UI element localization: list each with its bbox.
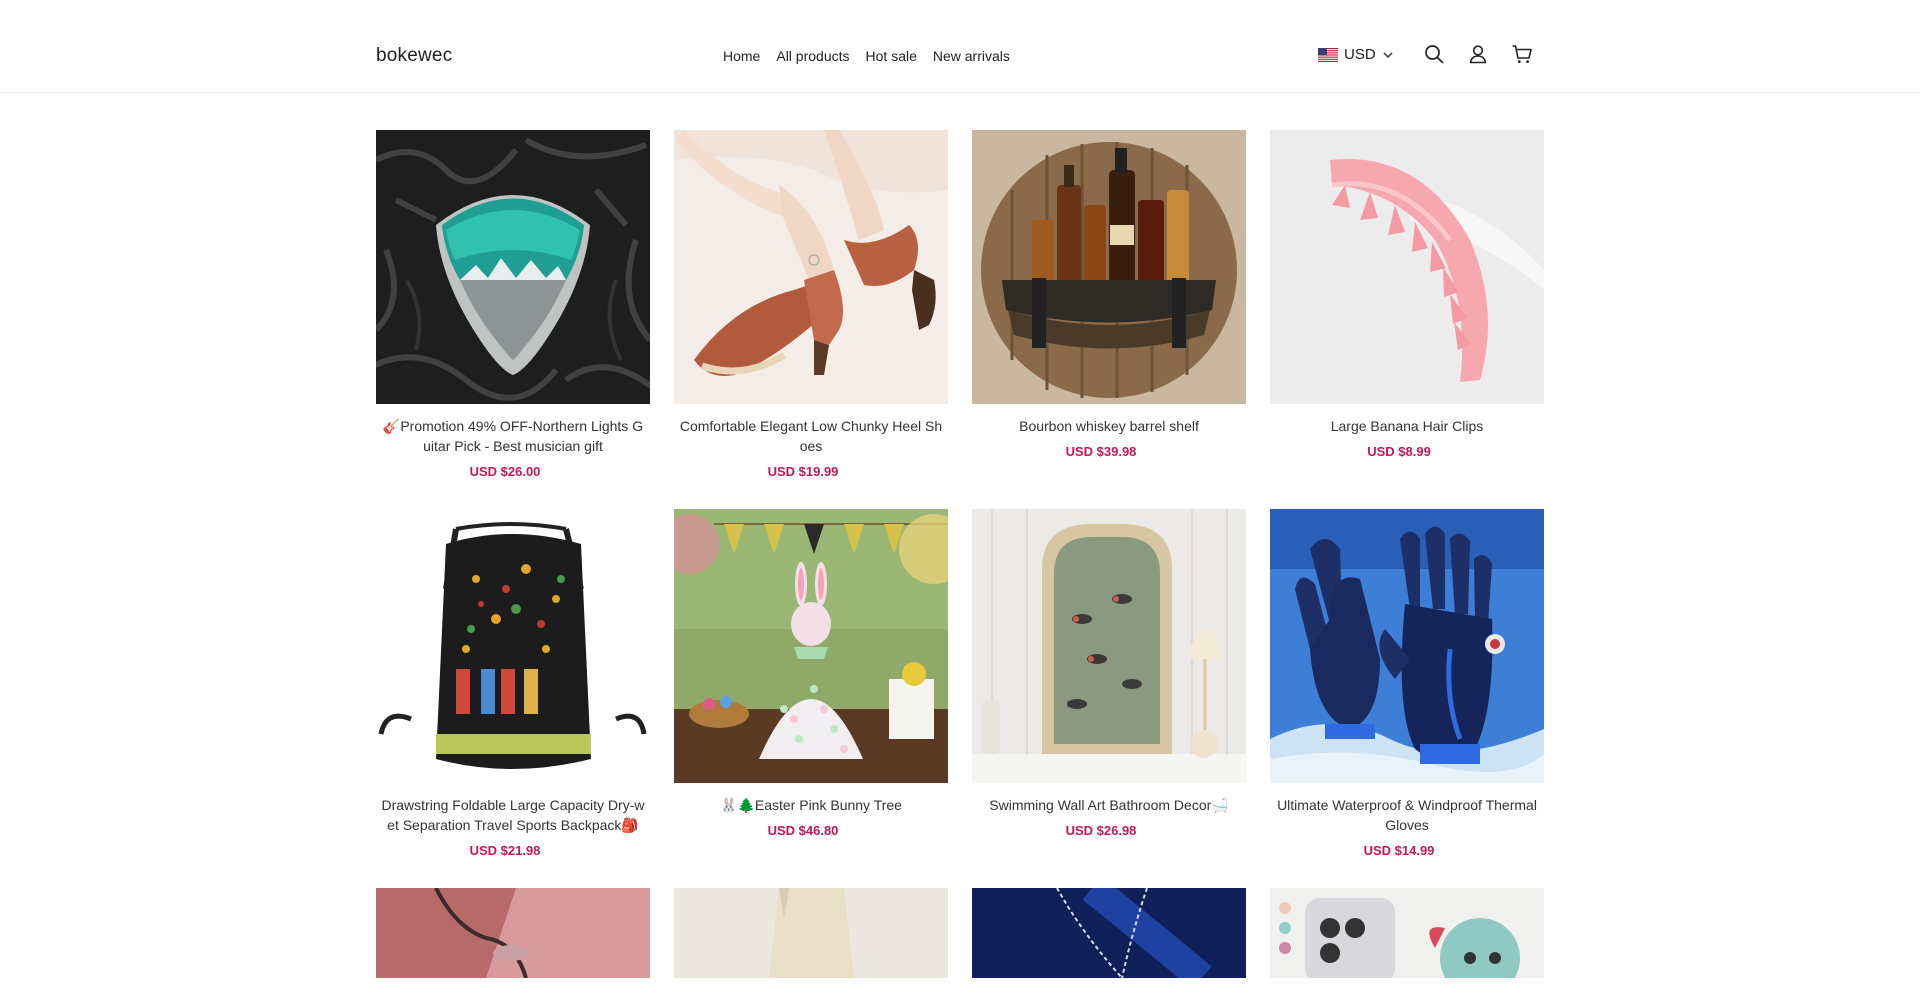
chevron-down-icon [1383,52,1393,59]
product-card[interactable]: Drawstring Foldable Large Capacity Dry-w… [376,509,650,860]
product-name[interactable]: Comfortable Elegant Low Chunky Heel Shoe… [674,416,948,456]
product-price: USD $21.98 [469,843,541,858]
product-price: USD $39.98 [1065,444,1137,459]
product-image[interactable] [972,509,1246,783]
product-card[interactable]: Comfortable Elegant Low Chunky Heel Shoe… [674,130,948,481]
product-image[interactable] [1270,509,1544,783]
product-image[interactable] [972,130,1246,404]
product-card[interactable] [1270,888,1544,978]
product-card[interactable] [972,888,1246,978]
product-card[interactable]: Ultimate Waterproof & Windproof Thermal … [1270,509,1544,860]
product-image[interactable] [674,509,948,783]
product-price: USD $26.00 [469,464,541,479]
product-image[interactable] [1270,130,1544,404]
nav-hot-sale[interactable]: Hot sale [866,47,917,65]
product-price: USD $26.98 [1065,823,1137,838]
nav-all-products[interactable]: All products [776,47,849,65]
product-image[interactable] [376,888,650,978]
site-header: bokewec Home All products Hot sale New a… [0,0,1920,93]
currency-label: USD [1344,46,1376,63]
product-grid: 🎸Promotion 49% OFF-Northern Lights Guita… [376,130,1544,978]
product-name[interactable]: Large Banana Hair Clips [1270,416,1544,436]
nav-home[interactable]: Home [723,47,760,65]
cart-icon[interactable] [1511,43,1533,65]
product-card[interactable]: 🐰🌲Easter Pink Bunny Tree USD $46.80 [674,509,948,860]
product-image[interactable] [972,888,1246,978]
product-name[interactable]: 🐰🌲Easter Pink Bunny Tree [674,795,948,815]
product-card[interactable] [376,888,650,978]
product-price: USD $8.99 [1367,444,1431,459]
product-image[interactable] [376,509,650,783]
product-card[interactable]: Large Banana Hair Clips USD $8.99 [1270,130,1544,481]
product-image[interactable] [674,888,948,978]
product-name[interactable]: Ultimate Waterproof & Windproof Thermal … [1270,795,1544,835]
product-card[interactable]: 🎸Promotion 49% OFF-Northern Lights Guita… [376,130,650,481]
main-nav: Home All products Hot sale New arrivals [723,47,1010,65]
us-flag-icon [1318,48,1338,62]
product-name[interactable]: 🎸Promotion 49% OFF-Northern Lights Guita… [376,416,650,456]
product-price: USD $46.80 [767,823,839,838]
product-price: USD $14.99 [1363,843,1435,858]
product-image[interactable] [1270,888,1544,978]
site-logo[interactable]: bokewec [376,44,452,68]
nav-new-arrivals[interactable]: New arrivals [933,47,1010,65]
product-name[interactable]: Drawstring Foldable Large Capacity Dry-w… [376,795,650,835]
currency-selector[interactable]: USD [1318,46,1394,64]
product-card[interactable] [674,888,948,978]
product-image[interactable] [376,130,650,404]
product-card[interactable]: Swimming Wall Art Bathroom Decor🛁 USD $2… [972,509,1246,860]
product-name[interactable]: Swimming Wall Art Bathroom Decor🛁 [972,795,1246,815]
product-image[interactable] [674,130,948,404]
product-card[interactable]: Bourbon whiskey barrel shelf USD $39.98 [972,130,1246,481]
account-icon[interactable] [1467,43,1489,65]
product-price: USD $19.99 [767,464,839,479]
product-name[interactable]: Bourbon whiskey barrel shelf [972,416,1246,436]
search-icon[interactable] [1423,43,1445,65]
